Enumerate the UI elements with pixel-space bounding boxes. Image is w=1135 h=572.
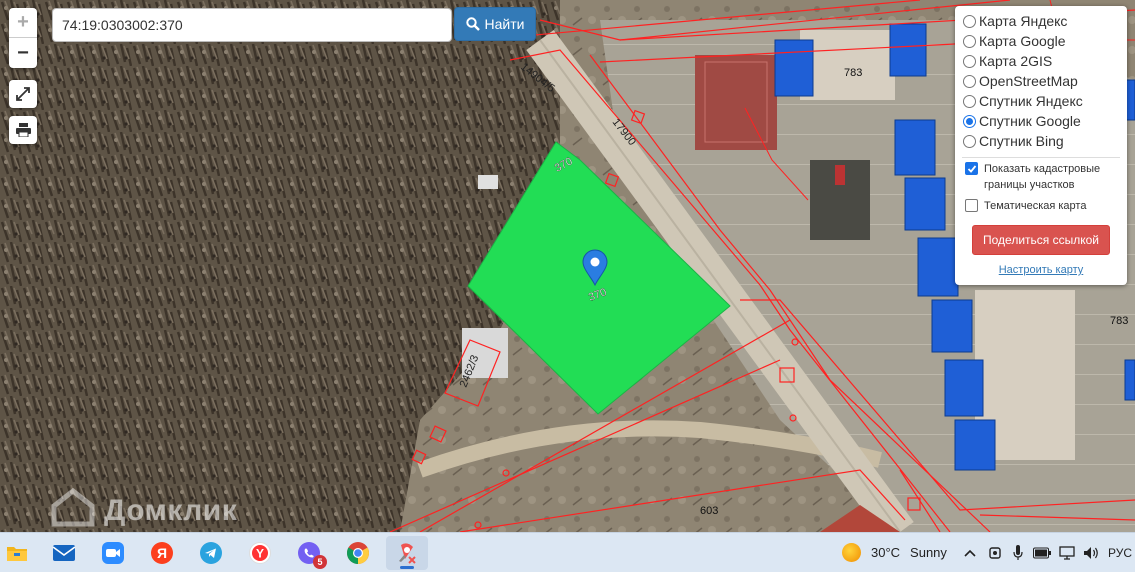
chrome-icon	[347, 542, 369, 564]
tray-camera[interactable]	[986, 543, 1004, 563]
taskbar-yandex-browser[interactable]: Y	[239, 536, 281, 570]
layer-option-label: Карта 2GIS	[979, 53, 1053, 69]
chevron-up-icon	[964, 549, 976, 557]
paint-app-icon	[399, 543, 416, 564]
show-hidden-icons-button[interactable]	[962, 543, 978, 563]
plot-number-bottom: 603	[700, 505, 718, 517]
layer-option-openstreetmap[interactable]: OpenStreetMap	[963, 71, 1078, 91]
search-icon	[465, 17, 480, 31]
layer-option-google-satellite[interactable]: Спутник Google	[963, 111, 1081, 131]
radio-button[interactable]	[963, 34, 976, 48]
zoom-icon	[102, 542, 124, 564]
divider	[962, 157, 1120, 158]
camera-icon	[989, 547, 1001, 559]
svg-text:Я: Я	[157, 545, 167, 561]
layer-option-label: OpenStreetMap	[979, 73, 1078, 89]
find-button[interactable]: Найти	[454, 7, 536, 41]
zoom-out-button[interactable]: −	[9, 38, 37, 68]
layer-option-label: Карта Google	[979, 33, 1066, 49]
cadastral-search-input[interactable]	[52, 8, 452, 42]
checkbox-checked[interactable]	[965, 162, 978, 175]
fullscreen-button[interactable]	[9, 80, 37, 108]
taskbar-zoom[interactable]	[92, 536, 134, 570]
app-window: 370 370 14904/5 17900 2462/3 783 783 603…	[0, 0, 1135, 572]
taskbar-yandex[interactable]: Я	[141, 536, 183, 570]
radio-button[interactable]	[963, 94, 976, 108]
layer-option-yandex-map[interactable]: Карта Яндекс	[963, 11, 1067, 31]
radio-button-selected[interactable]	[963, 114, 976, 128]
tray-battery[interactable]	[1032, 543, 1052, 563]
map-layers-panel: Карта Яндекс Карта Google Карта 2GIS Ope…	[955, 6, 1127, 285]
zoom-control: + −	[9, 8, 37, 68]
file-explorer-icon	[7, 547, 27, 561]
taskbar-mail[interactable]	[43, 536, 85, 570]
layer-option-2gis-map[interactable]: Карта 2GIS	[963, 51, 1052, 71]
share-link-button[interactable]: Поделиться ссылкой	[972, 225, 1110, 255]
satellite-map[interactable]: 370 370 14904/5 17900 2462/3 783 783 603…	[0, 0, 1135, 532]
mail-icon	[52, 545, 76, 561]
expand-icon	[16, 87, 30, 101]
windows-taskbar: Я Y 5 30°C Sunny РУС	[0, 532, 1135, 572]
house-number-top: 783	[844, 67, 862, 79]
thematic-map-toggle[interactable]: Тематическая карта	[965, 198, 1086, 214]
zoom-in-button[interactable]: +	[9, 8, 37, 38]
viber-notification-badge: 5	[313, 555, 327, 569]
show-cadastral-label: Показать кадастровые границы участков	[984, 163, 1101, 191]
domclick-logo-icon	[51, 488, 95, 527]
tray-microphone[interactable]	[1010, 543, 1026, 563]
checkbox[interactable]	[965, 199, 978, 212]
layer-option-label: Спутник Bing	[979, 133, 1064, 149]
layer-option-yandex-satellite[interactable]: Спутник Яндекс	[963, 91, 1083, 111]
radio-button[interactable]	[963, 54, 976, 68]
printer-icon	[15, 123, 31, 137]
print-button[interactable]	[9, 116, 37, 144]
layer-option-label: Спутник Google	[979, 113, 1081, 129]
svg-text:Y: Y	[256, 547, 264, 561]
yandex-icon: Я	[151, 542, 173, 564]
taskbar-paint-app[interactable]	[386, 536, 428, 570]
configure-map-link[interactable]: Настроить карту	[955, 264, 1127, 276]
domclick-watermark: Домклик	[104, 494, 238, 527]
house-number-right: 783	[1110, 315, 1128, 327]
tray-network[interactable]	[1058, 543, 1076, 563]
radio-button[interactable]	[963, 134, 976, 148]
layer-option-google-map[interactable]: Карта Google	[963, 31, 1066, 51]
find-button-label: Найти	[484, 16, 525, 32]
taskbar-chrome[interactable]	[337, 536, 379, 570]
weather-condition: Sunny	[910, 545, 947, 560]
microphone-icon	[1013, 545, 1023, 560]
taskbar-file-explorer[interactable]	[0, 536, 38, 570]
tray-volume[interactable]	[1082, 543, 1100, 563]
checkmark-icon	[967, 164, 976, 173]
layer-option-bing-satellite[interactable]: Спутник Bing	[963, 131, 1064, 151]
taskbar-viber[interactable]: 5	[288, 536, 330, 570]
layer-option-label: Спутник Яндекс	[979, 93, 1083, 109]
input-language-indicator[interactable]: РУС	[1106, 543, 1134, 563]
volume-icon	[1084, 547, 1098, 559]
taskbar-telegram[interactable]	[190, 536, 232, 570]
network-icon	[1059, 546, 1075, 560]
radio-button[interactable]	[963, 74, 976, 88]
show-cadastral-boundaries-toggle[interactable]: Показать кадастровые границы участков	[965, 161, 1120, 193]
telegram-icon	[200, 542, 222, 564]
weather-widget[interactable]: 30°C Sunny	[842, 543, 947, 562]
battery-icon	[1033, 547, 1051, 559]
layer-option-label: Карта Яндекс	[979, 13, 1068, 29]
weather-temperature: 30°C	[871, 545, 901, 560]
radio-button[interactable]	[963, 14, 976, 28]
sun-icon	[842, 543, 861, 562]
thematic-map-label: Тематическая карта	[984, 200, 1087, 212]
yandex-browser-icon: Y	[249, 542, 271, 564]
